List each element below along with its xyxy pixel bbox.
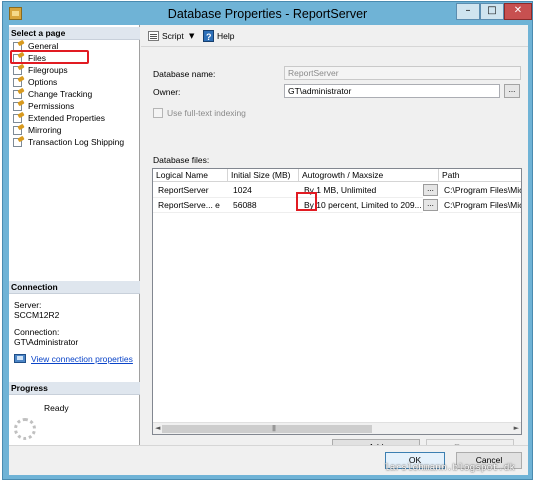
- column-header-initial-size[interactable]: Initial Size (MB): [228, 169, 299, 182]
- fulltext-indexing-label: Use full-text indexing: [167, 108, 246, 118]
- window-title: Database Properties - ReportServer: [167, 7, 368, 21]
- fulltext-indexing-checkbox: [153, 108, 163, 118]
- connection-properties-icon: [14, 354, 26, 363]
- scroll-left-icon[interactable]: ◄: [155, 424, 160, 432]
- server-value: SCCM12R2: [14, 310, 60, 320]
- path-cell: C:\Program Files\Mic: [439, 198, 521, 213]
- page-item-permissions[interactable]: Permissions: [9, 99, 140, 112]
- connection-header: Connection: [9, 281, 140, 294]
- help-button[interactable]: Help: [201, 29, 241, 44]
- column-header-autogrowth[interactable]: Autogrowth / Maxsize: [299, 169, 439, 182]
- table-row[interactable]: ReportServe... e 56088 By 10 percent, Li…: [153, 198, 521, 213]
- autogrowth-cell: By 1 MB, Unlimited: [299, 183, 423, 198]
- page-item-label: Options: [28, 77, 58, 87]
- files-page-highlight: [10, 50, 89, 64]
- script-icon: [148, 31, 159, 41]
- initial-size-cell[interactable]: 56088: [228, 198, 299, 213]
- logical-name-cell[interactable]: ReportServer: [153, 183, 228, 198]
- page-item-label: Filegroups: [28, 65, 68, 75]
- page-item-label: Permissions: [28, 101, 75, 111]
- table-row[interactable]: ReportServer 1024 By 1 MB, Unlimited ...…: [153, 183, 521, 198]
- watermark-text: larslohmann.blogspot.dk: [384, 462, 516, 473]
- page-settings-icon: [13, 111, 25, 123]
- chevron-down-icon[interactable]: ▼: [189, 29, 194, 43]
- page-item-label: Extended Properties: [28, 113, 106, 123]
- initial-size-cell[interactable]: 1024: [228, 183, 299, 198]
- column-header-logical-name[interactable]: Logical Name: [153, 169, 228, 182]
- page-item-label: Transaction Log Shipping: [28, 137, 125, 147]
- help-icon: [203, 30, 214, 44]
- progress-header: Progress: [9, 382, 140, 395]
- autogrowth-button-highlight: [296, 192, 317, 211]
- owner-browse-button[interactable]: ...: [504, 84, 520, 98]
- path-cell: C:\Program Files\Mic: [439, 183, 521, 198]
- page-settings-icon: [13, 75, 25, 87]
- owner-label: Owner:: [153, 87, 181, 97]
- page-item-label: Change Tracking: [28, 89, 93, 99]
- view-connection-properties-link[interactable]: View connection properties: [14, 353, 138, 365]
- view-connection-properties-text[interactable]: View connection properties: [31, 354, 133, 364]
- page-item-mirroring[interactable]: Mirroring: [9, 123, 140, 136]
- minimize-button[interactable]: –: [456, 3, 480, 20]
- help-label: Help: [217, 31, 235, 41]
- database-name-label: Database name:: [153, 69, 216, 79]
- page-item-options[interactable]: Options: [9, 75, 140, 88]
- script-label: Script: [162, 31, 184, 41]
- autogrowth-edit-button[interactable]: ...: [423, 184, 438, 196]
- page-settings-icon: [13, 135, 25, 147]
- owner-field[interactable]: GT\administrator: [284, 84, 500, 98]
- scroll-right-icon[interactable]: ►: [514, 424, 519, 432]
- dialog-window: Database Properties - ReportServer – □ ✕…: [2, 1, 533, 480]
- horizontal-scrollbar[interactable]: ◄ ||| ►: [153, 422, 521, 434]
- page-settings-icon: [13, 123, 25, 135]
- scrollbar-grip-icon: |||: [272, 425, 276, 432]
- page-settings-icon: [13, 99, 25, 111]
- scrollbar-thumb[interactable]: |||: [162, 425, 372, 433]
- title-bar[interactable]: Database Properties - ReportServer – □ ✕: [3, 2, 532, 26]
- page-item-extended-properties[interactable]: Extended Properties: [9, 111, 140, 124]
- page-item-filegroups[interactable]: Filegroups: [9, 63, 140, 76]
- database-name-field: ReportServer: [284, 66, 521, 80]
- autogrowth-edit-button[interactable]: ...: [423, 199, 438, 211]
- page-item-change-tracking[interactable]: Change Tracking: [9, 87, 140, 100]
- database-files-grid[interactable]: Logical Name Initial Size (MB) Autogrowt…: [152, 168, 522, 435]
- logical-name-cell[interactable]: ReportServe... e: [153, 198, 228, 213]
- column-header-path[interactable]: Path: [439, 169, 521, 182]
- close-button[interactable]: ✕: [504, 3, 532, 20]
- toolbar: Script ▼ Help: [141, 25, 528, 47]
- page-settings-icon: [13, 87, 25, 99]
- grid-header: Logical Name Initial Size (MB) Autogrowt…: [153, 169, 521, 182]
- server-label: Server:: [14, 300, 42, 310]
- page-settings-icon: [13, 63, 25, 75]
- progress-spinner-icon: [14, 418, 36, 440]
- files-page: Database name: ReportServer Owner: GT\ad…: [141, 48, 528, 456]
- page-item-transaction-log-shipping[interactable]: Transaction Log Shipping: [9, 135, 140, 148]
- database-files-label: Database files:: [153, 155, 210, 165]
- select-page-header: Select a page: [9, 27, 140, 40]
- left-pane: Select a page General Files Filegroups O…: [9, 25, 140, 445]
- connection-value: GT\Administrator: [14, 337, 79, 347]
- connection-label: Connection:: [14, 327, 60, 337]
- dialog-client-area: Select a page General Files Filegroups O…: [9, 25, 528, 475]
- autogrowth-cell: By 10 percent, Limited to 209...: [299, 198, 423, 213]
- script-button[interactable]: Script ▼: [146, 29, 198, 43]
- maximize-button[interactable]: □: [480, 3, 504, 20]
- page-item-label: Mirroring: [28, 125, 62, 135]
- progress-status: Ready: [44, 403, 69, 413]
